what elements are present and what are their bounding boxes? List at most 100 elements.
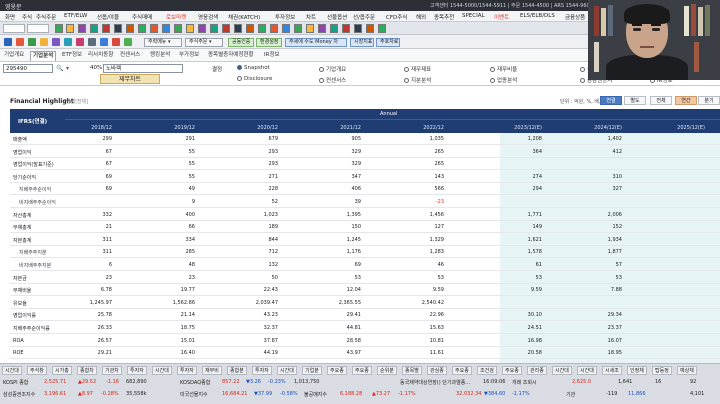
- screen-tab[interactable]: 기관차: [102, 366, 122, 375]
- favorite-icon[interactable]: [16, 38, 24, 46]
- screen-tab[interactable]: 시세조: [602, 366, 622, 375]
- toolbar-button[interactable]: [282, 24, 290, 33]
- tab-0[interactable]: 기업개요: [2, 51, 26, 61]
- view-radio[interactable]: 재무제표: [404, 65, 431, 73]
- toolbar-button[interactable]: [150, 24, 158, 33]
- menu-item[interactable]: 주식매매: [132, 13, 152, 21]
- toolbar-button[interactable]: [270, 24, 278, 33]
- menu-item[interactable]: 선/옵주문: [353, 13, 375, 21]
- toolbar-button[interactable]: [27, 24, 49, 33]
- screen-tab[interactable]: 주식창: [27, 366, 47, 375]
- toolbar-button[interactable]: [234, 24, 242, 33]
- screen-tab[interactable]: 시가총: [52, 366, 72, 375]
- mode-button[interactable]: 환경설정: [256, 38, 282, 47]
- refresh-icon[interactable]: [28, 38, 36, 46]
- screen-tab[interactable]: 관리종: [527, 366, 547, 375]
- toolbar-button[interactable]: [174, 24, 182, 33]
- menu-item[interactable]: 금융상품: [565, 13, 585, 21]
- menu-item[interactable]: CFD주식: [386, 13, 407, 21]
- basis-button[interactable]: 분기: [698, 96, 720, 105]
- screen-tab[interactable]: 시간대: [152, 366, 172, 375]
- basis-button[interactable]: 연간: [675, 96, 697, 105]
- toolbar-button[interactable]: [222, 24, 230, 33]
- menu-item[interactable]: ELS/ELB/DLS: [520, 13, 555, 19]
- mode-button[interactable]: 주세에 수도 Money 차: [285, 38, 347, 47]
- toolbar-button[interactable]: [90, 24, 98, 33]
- toolbar-button[interactable]: [186, 24, 194, 33]
- tab-4[interactable]: 컨센서스: [118, 51, 142, 61]
- toolbar-button[interactable]: [330, 24, 338, 33]
- screen-tab[interactable]: 예상체: [677, 366, 697, 375]
- menu-item[interactable]: ETF/ELW: [64, 13, 87, 19]
- mode-button[interactable]: 주력메뉴 ▾: [144, 38, 182, 47]
- toolbar-button[interactable]: [210, 24, 218, 33]
- window-icon[interactable]: [100, 38, 108, 46]
- screen-tab[interactable]: 순위분: [377, 366, 397, 375]
- menu-item[interactable]: 주식: [22, 13, 32, 21]
- toolbar-button[interactable]: [78, 24, 86, 33]
- tab-7[interactable]: 종목별증자예정현황: [206, 51, 256, 61]
- mode-button[interactable]: 주호자료: [376, 38, 400, 47]
- screen-tab[interactable]: 시간대: [2, 366, 22, 375]
- screen-tab[interactable]: 인정체: [627, 366, 647, 375]
- toolbar-button[interactable]: [246, 24, 254, 33]
- menu-item[interactable]: 영웅검색: [198, 13, 218, 21]
- view-radio[interactable]: 지분분석: [404, 76, 431, 84]
- screen-tab[interactable]: 주요종: [352, 366, 372, 375]
- screen-tab[interactable]: 재무비: [202, 366, 222, 375]
- print-icon[interactable]: [88, 38, 96, 46]
- toolbar-button[interactable]: [306, 24, 314, 33]
- view-radio[interactable]: 업종분석: [490, 76, 517, 84]
- toolbar-button[interactable]: [55, 24, 63, 33]
- dropdown-icon[interactable]: ▾: [66, 65, 69, 72]
- alarm-icon[interactable]: [76, 38, 84, 46]
- search-icon[interactable]: 🔍: [56, 65, 63, 72]
- toolbar-button[interactable]: [66, 24, 74, 33]
- toolbar-button[interactable]: [258, 24, 266, 33]
- screen-tab[interactable]: 기업분: [302, 366, 322, 375]
- screen-tab[interactable]: 주요종: [452, 366, 472, 375]
- stock-code-input[interactable]: 295490: [3, 64, 53, 73]
- view-radio[interactable]: 컨센서스: [319, 76, 346, 84]
- menu-item[interactable]: 선물옵션: [327, 13, 347, 21]
- screen-tab[interactable]: 종합분: [227, 366, 247, 375]
- screen-tab[interactable]: 투자자: [252, 366, 272, 375]
- screen-tab[interactable]: 주요종: [327, 366, 347, 375]
- settings-icon[interactable]: [124, 38, 132, 46]
- menu-item[interactable]: 이벤트: [494, 13, 509, 21]
- search-icon[interactable]: [64, 38, 72, 46]
- screen-tab[interactable]: 시간대: [277, 366, 297, 375]
- menu-item[interactable]: 로보마켓: [166, 13, 186, 21]
- menu-item[interactable]: 선옵/야물: [97, 13, 119, 21]
- view-radio[interactable]: 재무비율: [490, 65, 517, 73]
- menu-item[interactable]: 주식주문: [36, 13, 56, 21]
- toolbar-button[interactable]: [114, 24, 122, 33]
- toolbar-button[interactable]: [318, 24, 326, 33]
- toolbar-button[interactable]: [378, 24, 386, 33]
- screen-tab[interactable]: 조건검: [477, 366, 497, 375]
- screen-tab[interactable]: 투자자: [177, 366, 197, 375]
- chart-icon[interactable]: [52, 38, 60, 46]
- mode-button[interactable]: 주식주문 ▾: [185, 38, 223, 47]
- basis-button[interactable]: 전체: [650, 96, 672, 105]
- basis-button[interactable]: 연결: [600, 96, 622, 105]
- toolbar-button[interactable]: [366, 24, 374, 33]
- tab-6[interactable]: 부가정보: [177, 51, 201, 61]
- view-radio[interactable]: 기업개요: [319, 65, 346, 73]
- screen-tab[interactable]: 시간대: [577, 366, 597, 375]
- tab-5[interactable]: 랭킹분석: [148, 51, 172, 61]
- screen-tab[interactable]: 투자자: [127, 366, 147, 375]
- screen-tab[interactable]: 종목별: [402, 366, 422, 375]
- toolbar-button[interactable]: [138, 24, 146, 33]
- mode-button[interactable]: 시장지표: [350, 38, 374, 47]
- screen-tab[interactable]: 탑등정: [652, 366, 672, 375]
- tab-1[interactable]: 기업분석: [30, 51, 57, 61]
- menu-item[interactable]: 투자정보: [275, 13, 295, 21]
- view-radio[interactable]: Disclosure: [237, 76, 272, 82]
- toolbar-button[interactable]: [294, 24, 302, 33]
- toolbar-button[interactable]: [102, 24, 110, 33]
- view-radio[interactable]: Snapshot: [237, 65, 270, 71]
- screen-tab[interactable]: 종합차: [77, 366, 97, 375]
- lock-icon[interactable]: [112, 38, 120, 46]
- menu-item[interactable]: 해외: [416, 13, 426, 21]
